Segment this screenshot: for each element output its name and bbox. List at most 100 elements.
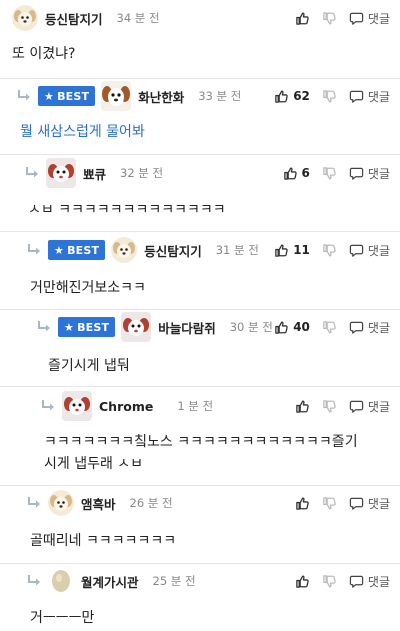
author-name[interactable]: 뾰큐 [83,164,106,183]
comment-time: 31 분 전 [215,243,259,257]
comment-bubble-icon [349,496,364,511]
like-button[interactable] [295,399,310,414]
comment-meta: 등신탐지기 34 분 전 [12,3,160,33]
reply-arrow-icon [24,166,40,180]
author-name[interactable]: 월계가시관 [81,572,139,591]
reply-arrow-icon [36,320,52,334]
comment-meta: 앰흑바 26 분 전 [26,488,173,518]
reply-arrow-icon [26,496,42,510]
reply-button[interactable]: 댓글 [349,319,390,336]
dislike-button[interactable] [322,11,337,26]
comment-bubble-icon [349,166,364,181]
comment-meta: 뾰큐 32 분 전 [24,158,163,188]
comment-text: 골때리네 ㅋㅋㅋㅋㅋㅋㅋ [30,533,177,549]
comment-actions: 6 댓글 [271,158,390,188]
dislike-button[interactable] [322,166,337,181]
comment-time: 32 분 전 [120,166,164,180]
divider [0,485,400,486]
like-button[interactable] [295,574,310,589]
dog-avatar[interactable] [101,81,131,111]
best-badge: ★ BEST [48,240,106,260]
reply-button[interactable]: 댓글 [349,165,390,182]
comment-text: 즐기시게 냅둬 [48,358,130,374]
comment-meta: 월계가시관 25 분 전 [26,566,196,596]
comment-text: ㅅㅂ ㅋㅋㅋㅋㅋㅋㅋㅋㅋㅋㅋㅋㅋ [28,202,226,218]
divider [0,154,400,155]
reply-arrow-icon [16,89,32,103]
thumbs-up-icon [274,243,289,258]
dislike-button[interactable] [322,243,337,258]
author-name[interactable]: 등신탐지기 [144,241,202,260]
thumbs-down-icon [322,243,337,258]
author-name[interactable]: 등신탐지기 [45,9,103,28]
dog-avatar[interactable] [62,391,92,421]
comment-time: 1 분 전 [177,399,214,413]
dislike-button[interactable] [322,574,337,589]
reply-label: 댓글 [367,574,390,589]
thumbs-up-icon [274,320,289,335]
reply-button[interactable]: 댓글 [349,88,390,105]
comment-actions: 댓글 [283,488,390,518]
best-badge: ★ BEST [38,86,96,106]
like-button[interactable]: 62 [274,89,310,104]
reply-arrow-icon [26,243,42,257]
best-badge: ★ BEST [58,317,116,337]
comment-text: 거ㅡㅡㅡ만 [30,610,95,626]
comment-actions: 댓글 [283,3,390,33]
comment-text: 뭘 새삼스럽게 물어봐 [20,124,145,140]
reply-label: 댓글 [367,243,390,258]
reply-button[interactable]: 댓글 [349,398,390,415]
reply-button[interactable]: 댓글 [349,495,390,512]
divider [0,386,400,387]
dog-avatar[interactable] [48,490,74,516]
comment-time: 25 분 전 [152,574,196,588]
reply-label: 댓글 [367,11,390,26]
reply-label: 댓글 [367,399,390,414]
comment-actions: 댓글 [283,566,390,596]
comment-actions: 댓글 [283,391,390,421]
comment-meta: ★ BEST 바늘다람쥐 30 분 전 [36,312,273,342]
thumbs-down-icon [322,89,337,104]
dog-avatar[interactable] [121,312,151,342]
comment-meta: ★ BEST 등신탐지기 31 분 전 [26,235,259,265]
thumbs-down-icon [322,166,337,181]
thumbs-up-icon [295,496,310,511]
reply-button[interactable]: 댓글 [349,573,390,590]
author-name[interactable]: 바늘다람쥐 [158,318,216,337]
comment-time: 34 분 전 [116,11,160,25]
thumbs-up-icon [274,89,289,104]
author-name[interactable]: Chrome [99,399,153,414]
thumbs-down-icon [322,11,337,26]
author-name[interactable]: 화난한화 [138,87,184,106]
reply-label: 댓글 [367,320,390,335]
thumbs-down-icon [322,574,337,589]
like-button[interactable] [295,11,310,26]
reply-label: 댓글 [367,166,390,181]
thumbs-up-icon [295,574,310,589]
dislike-button[interactable] [322,89,337,104]
comment-time: 26 분 전 [129,496,173,510]
thumbs-down-icon [322,496,337,511]
comment-actions: 62 댓글 [262,81,390,111]
comment-bubble-icon [349,574,364,589]
dislike-button[interactable] [322,320,337,335]
like-button[interactable]: 6 [283,166,310,181]
comment-meta: ★ BEST 화난한화 33 분 전 [16,81,241,111]
comment-bubble-icon [349,243,364,258]
reply-button[interactable]: 댓글 [349,10,390,27]
egg-avatar[interactable] [48,568,74,594]
thumbs-up-icon [295,399,310,414]
dog-avatar[interactable] [46,158,76,188]
dog-avatar[interactable] [111,237,137,263]
like-button[interactable]: 11 [274,243,310,258]
reply-arrow-icon [26,574,42,588]
dog-avatar[interactable] [12,5,38,31]
reply-button[interactable]: 댓글 [349,242,390,259]
like-button[interactable]: 40 [274,320,310,335]
dislike-button[interactable] [322,496,337,511]
like-button[interactable] [295,496,310,511]
author-name[interactable]: 앰흑바 [81,494,116,513]
like-count: 11 [293,243,310,257]
divider [0,231,400,232]
dislike-button[interactable] [322,399,337,414]
